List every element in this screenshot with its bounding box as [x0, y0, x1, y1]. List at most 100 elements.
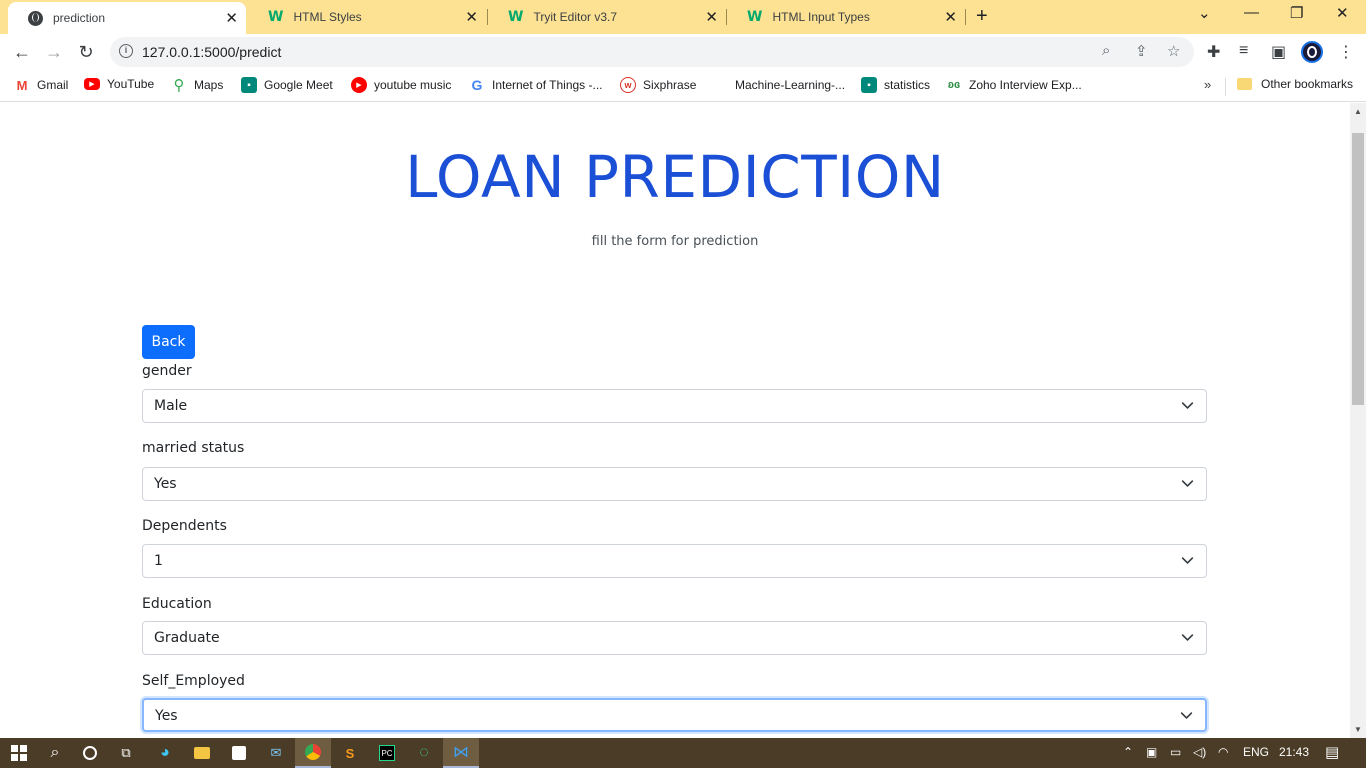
education-select[interactable]: Graduate	[142, 621, 1207, 655]
chevron-down-icon	[1180, 712, 1193, 719]
tab-title: prediction	[53, 11, 106, 25]
bookmark-zoho-interview[interactable]: ʚɞ Zoho Interview Exp...	[946, 77, 1082, 93]
globe-icon	[28, 10, 43, 26]
forward-arrow-icon[interactable]: →	[42, 40, 66, 64]
bookmarks-bar: M Gmail ▶ YouTube ⚲ Maps ▪ Google Meet ▶…	[0, 70, 1366, 102]
language-indicator[interactable]: ENG	[1243, 745, 1269, 759]
close-icon[interactable]: ✕	[944, 8, 957, 26]
store-icon[interactable]	[229, 743, 249, 763]
bookmark-divider	[1225, 78, 1226, 96]
scrollbar-thumb[interactable]	[1352, 133, 1364, 405]
gender-select[interactable]: Male	[142, 389, 1207, 423]
education-value: Graduate	[154, 630, 220, 646]
dependents-select[interactable]: 1	[142, 544, 1207, 578]
search-icon[interactable]: ⌕	[45, 743, 65, 763]
bookmark-star-icon[interactable]: ☆	[1167, 42, 1180, 60]
side-panel-icon[interactable]: ▣	[1271, 42, 1286, 62]
google-icon: G	[471, 77, 483, 93]
site-info-icon[interactable]: i	[119, 44, 133, 58]
bookmark-maps[interactable]: ⚲ Maps	[171, 77, 224, 94]
chrome-taskbar-icon[interactable]	[295, 738, 331, 768]
bookmark-label: Sixphrase	[643, 78, 697, 92]
back-arrow-icon[interactable]: ←	[10, 40, 34, 64]
tab-search-icon[interactable]: ⌄	[1198, 4, 1211, 22]
scroll-down-icon[interactable]: ▼	[1354, 725, 1362, 734]
minimize-button[interactable]: —	[1244, 4, 1259, 21]
pycharm-icon[interactable]: PC	[377, 743, 397, 763]
geeks-icon: ʚɞ	[947, 79, 961, 91]
mail-icon[interactable]: ✉	[266, 743, 286, 763]
address-bar[interactable]: i 127.0.0.1:5000/predict ⌕ ⇪ ☆	[110, 37, 1194, 67]
browser-toolbar: ← → ↻ i 127.0.0.1:5000/predict ⌕ ⇪ ☆ ✚ ≡…	[0, 34, 1366, 70]
bookmark-youtube-music[interactable]: ▶ youtube music	[351, 77, 451, 93]
bookmark-label: Gmail	[37, 78, 69, 92]
profile-avatar[interactable]	[1301, 41, 1323, 63]
wifi-icon[interactable]: ◠	[1218, 745, 1228, 759]
media-control-icon[interactable]: ≡	[1239, 42, 1248, 60]
gender-value: Male	[154, 398, 188, 414]
zoom-search-icon[interactable]: ⌕	[1102, 42, 1110, 59]
married-status-select[interactable]: Yes	[142, 467, 1207, 501]
back-button[interactable]: Back	[142, 325, 195, 359]
tab-title: HTML Input Types	[772, 10, 870, 24]
vscode-icon[interactable]: ⋈	[443, 738, 479, 768]
reload-icon[interactable]: ↻	[74, 40, 98, 64]
bookmark-google-meet[interactable]: ▪ Google Meet	[241, 77, 333, 93]
tab-html-input-types[interactable]: W HTML Input Types ✕	[727, 0, 965, 34]
self-employed-label: Self_Employed	[142, 673, 245, 689]
close-icon[interactable]: ✕	[705, 8, 718, 26]
w3schools-icon: W	[747, 9, 763, 25]
youtube-music-icon: ▶	[351, 77, 367, 93]
new-tab-button[interactable]: +	[976, 5, 988, 28]
bookmark-youtube[interactable]: ▶ YouTube	[84, 77, 154, 91]
edge-icon[interactable]: ◕	[155, 743, 175, 763]
tab-prediction[interactable]: prediction ✕	[8, 2, 246, 34]
other-bookmarks-folder[interactable]: Other bookmarks	[1237, 77, 1353, 91]
show-hidden-icons[interactable]: ⌃	[1123, 745, 1133, 759]
jupyter-icon[interactable]: ◌	[414, 743, 434, 763]
sublime-text-icon[interactable]: S	[340, 743, 360, 763]
married-status-value: Yes	[154, 476, 177, 492]
bookmark-gmail[interactable]: M Gmail	[14, 77, 69, 93]
clock[interactable]: 21:43	[1279, 745, 1309, 759]
share-icon[interactable]: ⇪	[1135, 42, 1148, 60]
bookmark-machine-learning[interactable]: Machine-Learning-...	[712, 77, 845, 93]
close-icon[interactable]: ✕	[465, 8, 478, 26]
tab-title: HTML Styles	[293, 10, 362, 24]
bookmark-sixphrase[interactable]: w Sixphrase	[620, 77, 696, 93]
gmail-icon: M	[16, 77, 28, 93]
chevron-down-icon	[1181, 634, 1194, 641]
folder-icon	[1237, 78, 1252, 90]
page-subtitle: fill the form for prediction	[591, 234, 759, 249]
tab-strip: prediction ✕ W HTML Styles ✕ W Tryit Edi…	[0, 0, 1366, 34]
cortana-icon[interactable]	[80, 743, 100, 763]
tab-tryit-editor[interactable]: W Tryit Editor v3.7 ✕	[488, 0, 726, 34]
bookmark-statistics[interactable]: ▪ statistics	[861, 77, 930, 93]
volume-icon[interactable]: ◁)	[1193, 745, 1206, 759]
education-label: Education	[142, 596, 212, 612]
battery-icon[interactable]: ▭	[1170, 745, 1181, 759]
dependents-label: Dependents	[142, 518, 227, 534]
windows-start-icon[interactable]	[9, 743, 29, 763]
self-employed-select[interactable]: Yes	[142, 698, 1207, 732]
bookmark-internet-of-things[interactable]: G Internet of Things -...	[469, 77, 603, 93]
bookmark-label: Machine-Learning-...	[735, 78, 846, 92]
blank-icon	[712, 77, 728, 93]
close-icon[interactable]: ✕	[225, 9, 238, 27]
page-scrollbar[interactable]: ▲ ▼	[1350, 103, 1366, 739]
gender-label: gender	[142, 363, 192, 379]
file-explorer-icon[interactable]	[192, 743, 212, 763]
extensions-icon[interactable]: ✚	[1207, 42, 1220, 62]
address-url[interactable]: 127.0.0.1:5000/predict	[142, 44, 281, 60]
scroll-up-icon[interactable]: ▲	[1354, 107, 1362, 116]
window-close-button[interactable]: ✕	[1336, 4, 1349, 22]
menu-kebab-icon[interactable]: ⋮	[1338, 42, 1354, 62]
meet-now-icon[interactable]: ▣	[1146, 745, 1157, 759]
restore-button[interactable]: ❐	[1290, 4, 1303, 22]
chevron-down-icon	[1181, 557, 1194, 564]
task-view-icon[interactable]: ⧉	[116, 743, 136, 763]
notifications-icon[interactable]: ▤	[1325, 743, 1339, 761]
tab-html-styles[interactable]: W HTML Styles ✕	[248, 0, 486, 34]
more-bookmarks-icon[interactable]: »	[1204, 77, 1211, 92]
sixphrase-icon: w	[620, 77, 636, 93]
